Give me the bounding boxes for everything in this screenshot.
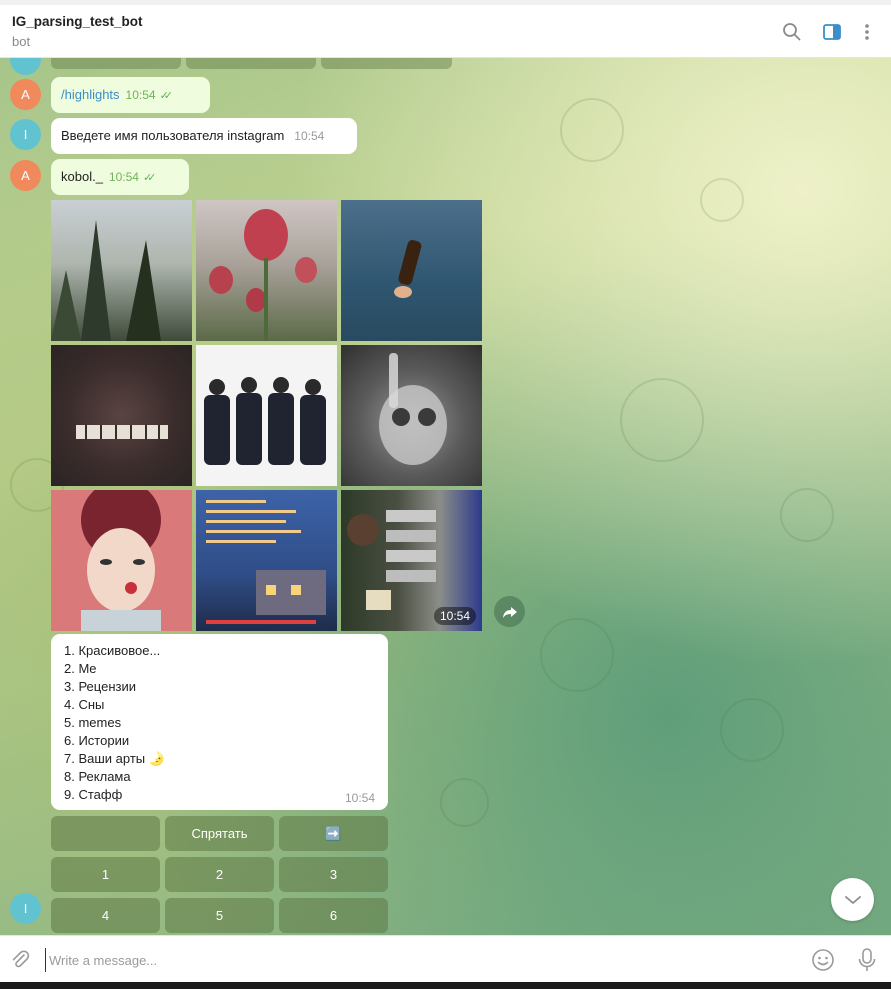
read-ticks-icon: ✓✓	[159, 90, 174, 102]
album-photo[interactable]	[196, 490, 337, 631]
message-composer	[0, 935, 891, 982]
background-doodle	[440, 778, 489, 827]
background-doodle	[700, 178, 744, 222]
list-item: 5. memes	[64, 715, 122, 730]
message-text: Введете имя пользователя instagram	[61, 128, 285, 143]
forward-icon[interactable]	[494, 596, 525, 627]
keyboard-button-5[interactable]: 5	[165, 898, 274, 933]
album-photo[interactable]	[196, 200, 337, 341]
emoji-icon[interactable]	[811, 948, 835, 977]
message-time: 10:54	[294, 129, 325, 143]
message-time: 10:54	[108, 170, 139, 184]
list-item: 1. Красивовое...	[64, 643, 161, 658]
keyboard-button-blank[interactable]	[51, 816, 160, 851]
search-icon[interactable]	[781, 21, 803, 43]
background-doodle	[780, 488, 834, 542]
previous-keyboard-button	[51, 58, 181, 69]
outgoing-message[interactable]: /highlights 10:54 ✓✓	[51, 77, 210, 113]
keyboard-button-next[interactable]: ➡️	[279, 816, 388, 851]
list-item: 6. Истории	[64, 733, 130, 748]
album-photo[interactable]	[51, 200, 192, 341]
album-photo[interactable]	[51, 345, 192, 486]
list-item: 9. Стафф	[64, 787, 123, 802]
background-doodle	[560, 98, 624, 162]
message-text: kobol._	[61, 169, 103, 184]
previous-keyboard-button	[186, 58, 316, 69]
album-photo[interactable]	[51, 490, 192, 631]
background-doodle	[720, 698, 784, 762]
user-avatar[interactable]: A	[10, 160, 41, 191]
keyboard-button-hide[interactable]: Спрятать	[165, 816, 274, 851]
user-avatar[interactable]: A	[10, 79, 41, 110]
album-photo[interactable]	[196, 345, 337, 486]
album-photo[interactable]	[341, 200, 482, 341]
album-time: 10:54	[433, 607, 476, 625]
previous-keyboard-button	[321, 58, 452, 69]
bot-avatar[interactable]: I	[10, 119, 41, 150]
more-vert-icon[interactable]	[856, 21, 878, 43]
background-doodle	[620, 378, 704, 462]
chat-title[interactable]: IG_parsing_test_bot	[12, 14, 143, 29]
bot-avatar[interactable]: I	[10, 893, 41, 924]
keyboard-button-3[interactable]: 3	[279, 857, 388, 892]
sidebar-toggle-icon[interactable]	[821, 21, 843, 43]
chat-status: bot	[12, 34, 31, 49]
list-item: 7. Ваши арты 🌛	[64, 751, 165, 766]
keyboard-button-4[interactable]: 4	[51, 898, 160, 933]
album-photo[interactable]: 10:54	[341, 490, 482, 631]
incoming-message[interactable]: Введете имя пользователя instagram 10:54	[51, 118, 357, 154]
background-doodle	[540, 618, 614, 692]
list-item: 2. Me	[64, 661, 97, 676]
keyboard-button-6[interactable]: 6	[279, 898, 388, 933]
message-text[interactable]: /highlights	[61, 87, 120, 102]
list-item: 4. Сны	[64, 697, 105, 712]
chat-history[interactable]: A /highlights 10:54 ✓✓ I Введете имя польз…	[0, 58, 891, 935]
keyboard-button-2[interactable]: 2	[165, 857, 274, 892]
outgoing-message[interactable]: kobol._ 10:54 ✓✓	[51, 159, 189, 195]
list-item: 3. Рецензии	[64, 679, 136, 694]
window-bottom-bar	[0, 982, 891, 989]
highlights-list-message[interactable]: 1. Красивовое... 2. Me 3. Рецензии 4. Сн…	[51, 634, 388, 810]
attach-icon[interactable]	[9, 949, 31, 976]
scroll-down-button[interactable]	[831, 878, 874, 921]
chat-header: IG_parsing_test_bot bot	[0, 5, 891, 58]
album-photo[interactable]	[341, 345, 482, 486]
message-time: 10:54	[344, 791, 375, 805]
read-ticks-icon: ✓✓	[142, 172, 157, 184]
bot-avatar[interactable]	[10, 58, 41, 75]
message-input[interactable]	[45, 948, 791, 972]
chevron-down-icon	[844, 895, 861, 904]
microphone-icon[interactable]	[856, 947, 878, 978]
keyboard-button-1[interactable]: 1	[51, 857, 160, 892]
list-item: 8. Реклама	[64, 769, 131, 784]
message-time: 10:54	[125, 88, 156, 102]
